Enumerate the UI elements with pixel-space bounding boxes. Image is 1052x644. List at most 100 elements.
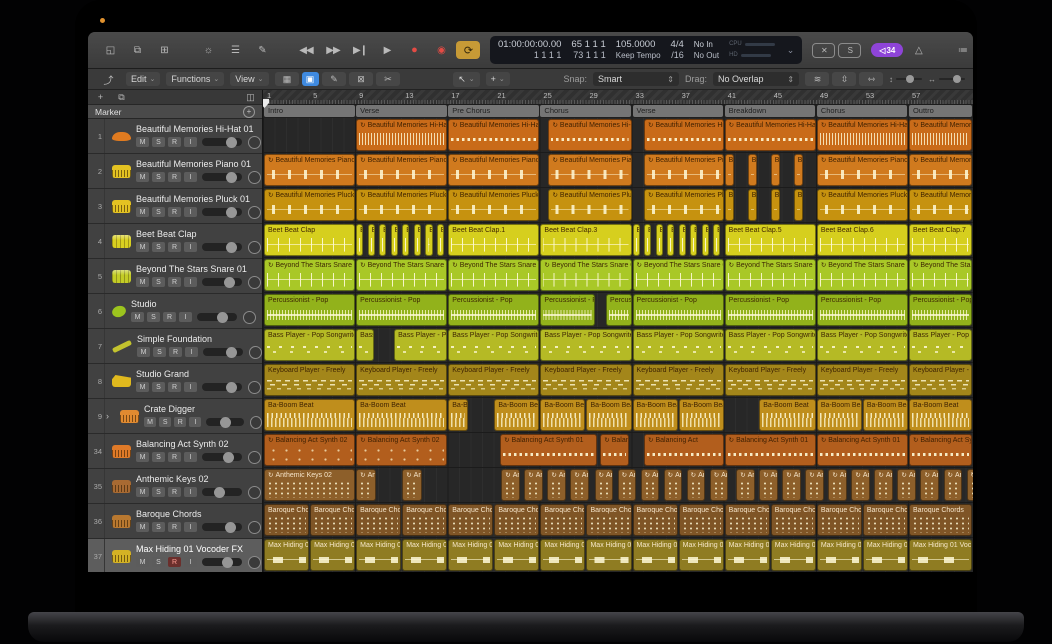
solo-button[interactable]: S	[159, 417, 171, 427]
region[interactable]: Percussionist - Pop	[817, 294, 908, 326]
solo-button[interactable]: S	[152, 487, 165, 497]
toggle-inspector-icon[interactable]: ⧉	[125, 41, 149, 59]
region[interactable]: Percussionist - P	[540, 294, 594, 326]
add-track-button[interactable]: +	[91, 91, 109, 103]
pointer-tool-menu[interactable]: ↖ ⌄	[453, 72, 479, 87]
region[interactable]: Bass Player - Pop So	[394, 329, 447, 361]
region[interactable]: Keyboard Player - Freely	[725, 364, 816, 396]
solo-button[interactable]: S	[152, 137, 165, 147]
solo-button[interactable]: S	[152, 277, 165, 287]
track-header[interactable]: 6StudioMSRI	[88, 294, 262, 329]
volume-knob[interactable]	[222, 557, 233, 568]
region[interactable]: Bass Player - Pop Songwriter	[817, 329, 908, 361]
region[interactable]: ↻Beautiful Memories Pluck 02	[448, 189, 539, 221]
region[interactable]: ↻Beyond The Stars Snare 02.3	[725, 259, 816, 291]
region[interactable]: Beet Beat Clap.7	[909, 224, 972, 256]
view-menu[interactable]: View ⌄	[230, 72, 268, 86]
region[interactable]: Baroque Chords	[448, 504, 493, 536]
record-enable-button[interactable]: R	[169, 347, 182, 357]
region[interactable]: ↻Anthemic Keys 02	[967, 469, 973, 501]
input-monitor-button[interactable]: I	[179, 312, 192, 322]
record-enable-button[interactable]: R	[168, 172, 181, 182]
region[interactable]: Baroque Chords	[402, 504, 447, 536]
lcd-display[interactable]: 01:00:00:00.00 1 1 1 1 65 1 1 1 73 1 1 1…	[490, 36, 802, 64]
volume-knob[interactable]	[226, 382, 237, 393]
section-marker[interactable]: Breakdown	[725, 105, 816, 117]
section-marker[interactable]: Outtro	[909, 105, 972, 117]
volume-slider[interactable]	[202, 208, 242, 216]
region[interactable]: ↻Anthemic Keys 02	[264, 469, 355, 501]
solo-button[interactable]: S	[147, 312, 160, 322]
lcd-options-chevron[interactable]: ⌄	[787, 45, 795, 56]
section-marker[interactable]: Pre Chorus	[448, 105, 539, 117]
input-monitor-button[interactable]: I	[184, 137, 197, 147]
record-enable-button[interactable]: R	[168, 452, 181, 462]
track-header[interactable]: 4Beet Beat ClapMSRI	[88, 224, 262, 259]
region[interactable]: ↻Beyond The Stars Snare 02	[448, 259, 539, 291]
region[interactable]: ↻Beautiful Memories Hi-Hat 02	[448, 119, 539, 151]
input-monitor-button[interactable]: I	[184, 277, 197, 287]
region[interactable]: ↻Beautiful Memories Piano 01.1	[356, 154, 447, 186]
section-marker[interactable]: Intro	[264, 105, 355, 117]
pan-knob[interactable]	[248, 556, 261, 569]
region[interactable]: ↻Beautiful Memories Hi-Hat 02.1	[548, 119, 631, 151]
edit-menu[interactable]: Edit ⌄	[126, 72, 160, 86]
region[interactable]: Max Hiding 01 Vocoder FX	[448, 539, 493, 571]
region[interactable]: Ba-Boom Beat	[863, 399, 908, 431]
mute-button[interactable]: M	[131, 312, 144, 322]
forward-button[interactable]: ▶▶	[321, 41, 345, 59]
region[interactable]: Bass Player - Pop Songwriter	[633, 329, 724, 361]
region[interactable]: Baroque Chords	[586, 504, 631, 536]
solo-button[interactable]: S	[152, 452, 165, 462]
region[interactable]: ↻Beyond The Stars Snare 01.1	[356, 259, 447, 291]
input-monitor-button[interactable]: I	[184, 207, 197, 217]
add-marker-button[interactable]: +	[243, 106, 255, 118]
input-monitor-button[interactable]: I	[184, 242, 197, 252]
grid-icon[interactable]: ▦	[275, 72, 299, 86]
region[interactable]: B	[656, 224, 663, 256]
back-icon[interactable]: ⤴	[96, 70, 120, 88]
track-header[interactable]: 37Max Hiding 01 Vocoder FXMSRI	[88, 539, 262, 572]
volume-slider[interactable]	[197, 313, 237, 321]
section-marker[interactable]: Chorus	[817, 105, 908, 117]
region[interactable]: Bass P	[356, 329, 373, 361]
duplicate-track-button[interactable]: ⧉	[112, 91, 130, 103]
region[interactable]: Baroque Chords	[494, 504, 539, 536]
record-enable-button[interactable]: R	[168, 242, 181, 252]
input-monitor-button[interactable]: I	[184, 452, 197, 462]
region[interactable]: Max Hiding 01 Vocoder FX	[310, 539, 355, 571]
region[interactable]: ↻Balancing	[600, 434, 629, 466]
region[interactable]: Keyboard Player - Freely	[264, 364, 355, 396]
input-monitor-button[interactable]: I	[184, 487, 197, 497]
pan-knob[interactable]	[248, 381, 261, 394]
region[interactable]: Bass Player - Pop Songwriter	[725, 329, 816, 361]
region[interactable]: Be	[748, 189, 757, 221]
region[interactable]: ↻Beautiful Memories Piano 01.3	[909, 154, 972, 186]
region[interactable]: Percussionist - Pop	[725, 294, 816, 326]
region[interactable]: ↻Anthemic Keys 02	[595, 469, 614, 501]
region[interactable]: Baroque Chords	[771, 504, 816, 536]
solo-button[interactable]: S	[152, 522, 165, 532]
region[interactable]: ↻Anthemic Keys 02	[736, 469, 755, 501]
mute-button[interactable]: M	[144, 417, 156, 427]
mute-button[interactable]: M	[136, 137, 149, 147]
region[interactable]: Ba-Boom Beat	[586, 399, 631, 431]
region[interactable]: B	[379, 224, 386, 256]
solo-mode-button[interactable]: S	[838, 43, 861, 58]
region[interactable]: Max Hiding 01 Vocoder FX	[909, 539, 972, 571]
region[interactable]: Ba-Boom Beat	[494, 399, 539, 431]
region[interactable]: Be	[725, 189, 734, 221]
record-enable-button[interactable]: R	[163, 312, 176, 322]
mixer-icon[interactable]: ☰	[223, 41, 247, 59]
track-header[interactable]: 3Beautiful Memories Pluck 01MSRI	[88, 189, 262, 224]
region[interactable]: Bass Player - Pop Songwriter	[909, 329, 972, 361]
record-enable-button[interactable]: R	[168, 137, 181, 147]
region[interactable]: Be	[794, 189, 803, 221]
marker-global-track[interactable]: Marker +	[88, 105, 262, 119]
region[interactable]: Baroque Chords	[817, 504, 862, 536]
region[interactable]: Beet Beat Clap	[264, 224, 355, 256]
volume-knob[interactable]	[226, 172, 237, 183]
volume-slider[interactable]	[202, 278, 242, 286]
region[interactable]: B	[690, 224, 697, 256]
pan-knob[interactable]	[248, 276, 261, 289]
